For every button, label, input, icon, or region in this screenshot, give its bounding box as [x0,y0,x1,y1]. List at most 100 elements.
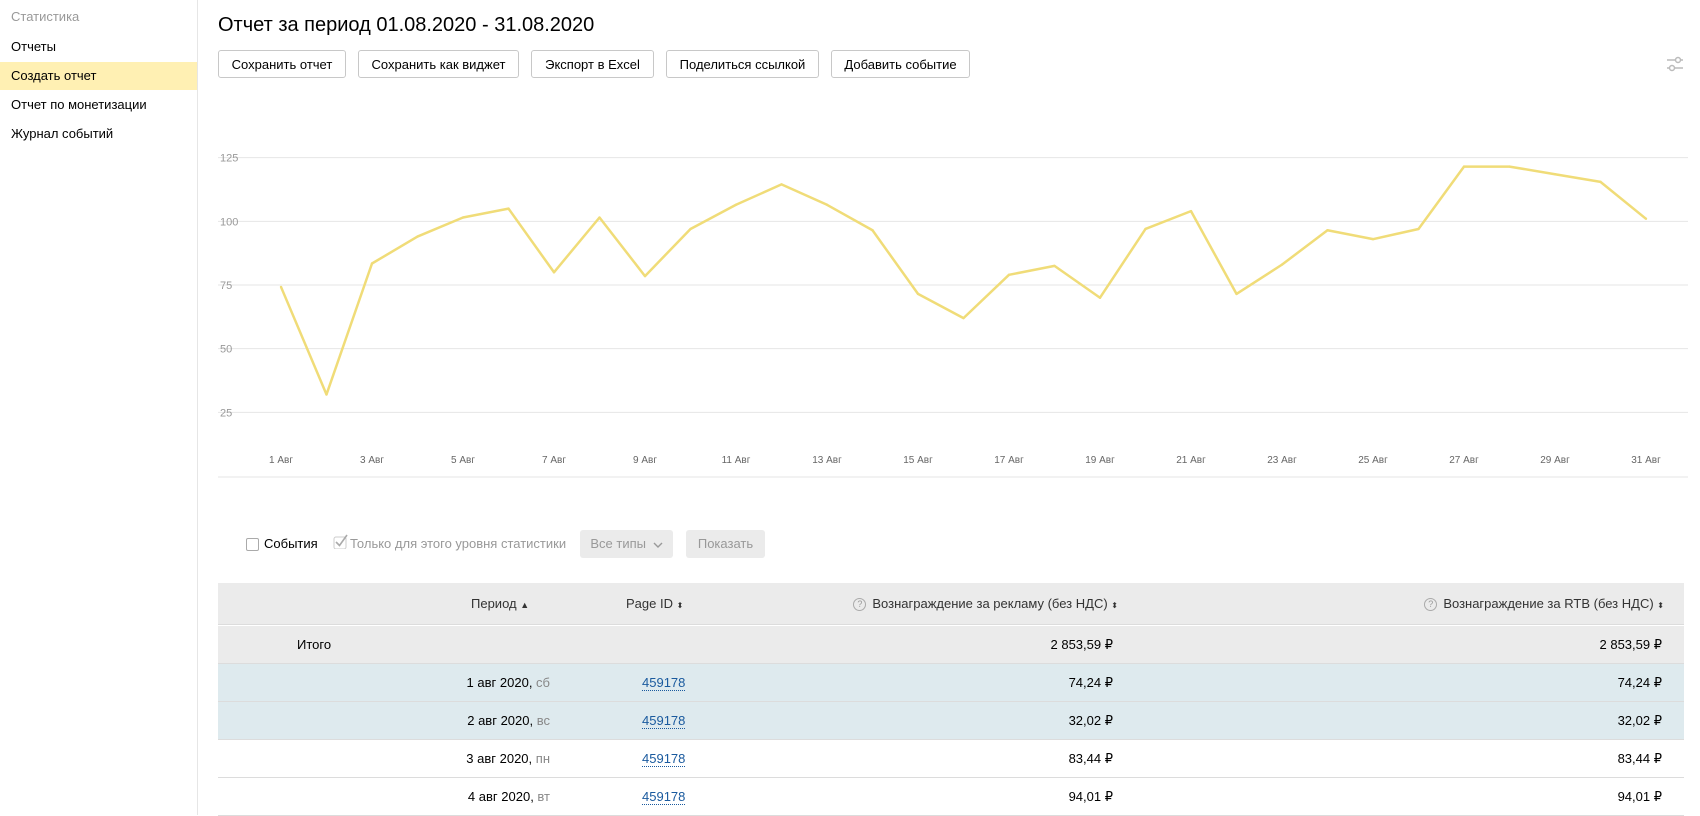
share-link-button[interactable]: Поделиться ссылкой [666,50,819,78]
data-point [689,227,692,231]
x-tick-label: 1 Авг [269,455,293,466]
data-point [507,207,510,210]
sidebar-item-create-report[interactable]: Создать отчет [0,62,197,90]
x-tick-label: 3 Авг [360,455,384,466]
table-header: Период ▲ Page ID ⬍ ? Вознаграждение за ре… [218,583,1684,625]
row-rtb: 83,44 ₽ [1617,751,1662,766]
add-event-button[interactable]: Добавить событие [831,50,970,78]
data-point [1280,263,1284,266]
data-point [1417,227,1420,231]
show-button[interactable]: Показать [686,530,765,558]
data-point [1235,292,1238,296]
data-point [1371,237,1375,241]
data-point [825,203,829,206]
row-rtb: 74,24 ₽ [1617,675,1662,690]
total-label: Итого [297,637,332,652]
x-tick-label: 13 Авг [812,455,842,466]
x-tick-label: 23 Авг [1267,455,1297,466]
data-point [1553,173,1557,176]
table-row: 4 авг 2020, вт 459178 94,01 ₽ 94,01 ₽ [218,778,1684,816]
table-row: 2 авг 2020, вс 459178 32,02 ₽ 32,02 ₽ [218,702,1684,740]
column-page-id[interactable]: Page ID ⬍ [626,596,683,611]
data-point [1098,296,1102,299]
x-tick-label: 7 Авг [542,455,566,466]
data-point [1053,264,1056,268]
all-types-dropdown[interactable]: Все типы [580,530,673,558]
data-point [1644,217,1648,220]
data-point [1599,180,1602,184]
x-tick-label: 17 Авг [994,455,1024,466]
data-point [461,216,465,219]
save-as-widget-button[interactable]: Сохранить как виджет [358,50,519,78]
row-reward: 32,02 ₽ [1068,713,1113,728]
export-excel-button[interactable]: Экспорт в Excel [531,50,654,78]
x-tick-label: 29 Авг [1540,455,1570,466]
page-title: Отчет за период 01.08.2020 - 31.08.2020 [218,14,595,36]
column-period[interactable]: Период ▲ [471,596,529,611]
x-tick-label: 27 Авг [1449,455,1479,466]
x-tick-label: 15 Авг [903,455,933,466]
row-rtb: 94,01 ₽ [1617,789,1662,804]
data-point [279,285,283,289]
column-reward-label: Вознаграждение за рекламу (без НДС) [872,596,1108,611]
y-tick-label: 150 [220,100,238,101]
table-row: 3 авг 2020, пн 459178 83,44 ₽ 83,44 ₽ [218,740,1684,778]
sort-asc-icon: ▲ [520,600,530,610]
x-tick-label: 21 Авг [1176,455,1206,466]
x-tick-label: 9 Авг [633,455,657,466]
data-point [1007,273,1011,277]
y-tick-label: 25 [220,407,232,419]
row-period: 4 авг 2020, вт [467,789,550,804]
data-point [325,393,328,396]
page-id-link[interactable]: 459178 [642,713,686,729]
column-page-id-label: Page ID [626,596,673,611]
help-icon[interactable]: ? [853,598,867,611]
data-point [1462,165,1466,168]
row-reward: 94,01 ₽ [1068,789,1113,804]
row-reward: 83,44 ₽ [1068,751,1113,766]
page-id-link[interactable]: 459178 [642,789,686,805]
sort-icon: ⬍ [1111,601,1118,610]
sidebar: Статистика Отчеты Создать отчет Отчет по… [0,0,198,815]
total-reward: 2 853,59 ₽ [1050,637,1114,652]
chart-controls: События Только для этого уровня статисти… [240,530,840,558]
data-point [1508,165,1511,168]
x-tick-label: 11 Авг [722,455,751,466]
revenue-line-chart: 25 50 75 100 125 150 1 Авг 3 Авг 5 Авг 7 Авг 9 Авг… [218,100,1688,478]
sidebar-item-monetization-report[interactable]: Отчет по монетизации [0,91,197,119]
column-rtb[interactable]: ? Вознаграждение за RTB (без НДС) ⬍ [1424,596,1664,611]
sort-icon: ⬍ [1657,601,1664,610]
data-point [780,183,783,186]
data-point [552,271,556,274]
column-period-label: Период [471,596,517,611]
row-period: 2 авг 2020, вс [467,713,550,728]
sidebar-item-reports[interactable]: Отчеты [0,33,197,61]
data-point [598,216,601,219]
events-checkbox[interactable] [246,538,259,551]
y-tick-label: 75 [220,280,232,292]
all-types-label: Все типы [590,536,646,551]
data-point [643,274,647,278]
save-report-button[interactable]: Сохранить отчет [218,50,346,78]
data-point [916,292,920,296]
sidebar-item-event-log[interactable]: Журнал событий [0,120,197,148]
data-point [416,235,419,238]
events-label: События [264,536,318,551]
x-tick-label: 25 Авг [1358,455,1388,466]
data-point [1189,209,1193,213]
chevron-down-icon [653,542,663,548]
sliders-icon[interactable] [1665,55,1685,73]
page-id-link[interactable]: 459178 [642,751,686,767]
x-tick-label: 19 Авг [1085,455,1115,466]
help-icon[interactable]: ? [1424,598,1438,611]
row-period: 1 авг 2020, сб [466,675,550,690]
column-reward[interactable]: ? Вознаграждение за рекламу (без НДС) ⬍ [853,596,1118,611]
data-point [734,203,738,206]
level-label: Только для этого уровня статистики [350,536,567,551]
data-point [1144,227,1147,231]
data-point [962,316,965,320]
page-id-link[interactable]: 459178 [642,675,686,691]
total-rtb: 2 853,59 ₽ [1599,637,1663,652]
level-checkbox[interactable] [333,533,349,549]
data-point [871,229,874,232]
